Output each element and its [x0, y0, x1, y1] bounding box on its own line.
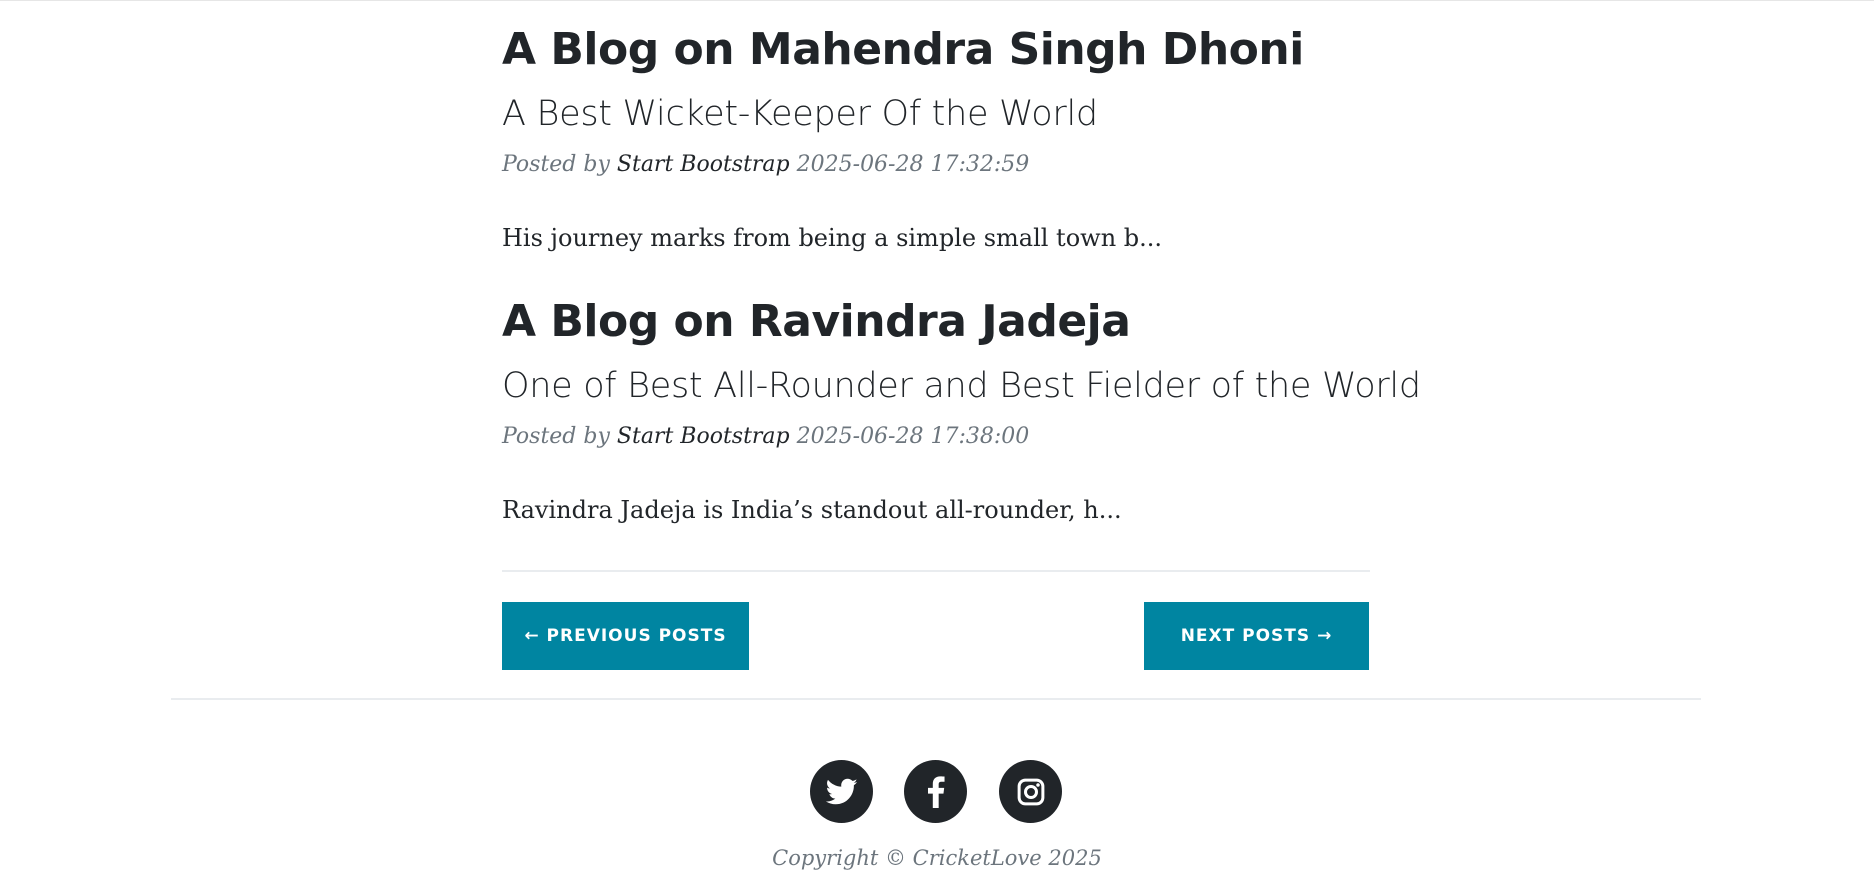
top-divider — [0, 0, 1874, 1]
post-divider — [502, 570, 1370, 572]
post-timestamp: 2025-06-28 17:32:59 — [796, 152, 1030, 177]
instagram-icon — [1016, 777, 1046, 807]
post-timestamp: 2025-06-28 17:38:00 — [796, 424, 1030, 449]
post-meta-prefix: Posted by — [502, 424, 610, 449]
post-excerpt: Ravindra Jadeja is India’s standout all-… — [502, 496, 1122, 524]
post-title-link[interactable]: A Blog on Mahendra Singh Dhoni — [502, 22, 1304, 78]
twitter-link[interactable] — [810, 760, 873, 823]
instagram-link[interactable] — [999, 760, 1062, 823]
post-meta: Posted by Start Bootstrap 2025-06-28 17:… — [502, 420, 1029, 454]
copyright-text: Copyright © CricketLove 2025 — [772, 846, 1102, 870]
post-subtitle[interactable]: One of Best All-Rounder and Best Fielder… — [502, 362, 1421, 410]
next-posts-button[interactable]: Next Posts → — [1144, 602, 1369, 670]
twitter-icon — [825, 778, 858, 806]
post-title-link[interactable]: A Blog on Ravindra Jadeja — [502, 294, 1131, 350]
post-author-link[interactable]: Start Bootstrap — [617, 152, 790, 177]
post-excerpt: His journey marks from being a simple sm… — [502, 224, 1163, 252]
footer-divider — [171, 698, 1701, 700]
previous-posts-button[interactable]: ← Previous Posts — [502, 602, 749, 670]
post-author-link[interactable]: Start Bootstrap — [617, 424, 790, 449]
post-meta: Posted by Start Bootstrap 2025-06-28 17:… — [502, 148, 1029, 182]
post-meta-prefix: Posted by — [502, 152, 610, 177]
facebook-link[interactable] — [904, 760, 967, 823]
post-subtitle[interactable]: A Best Wicket-Keeper Of the World — [502, 90, 1098, 138]
facebook-icon — [927, 775, 945, 808]
social-links — [810, 760, 1062, 824]
